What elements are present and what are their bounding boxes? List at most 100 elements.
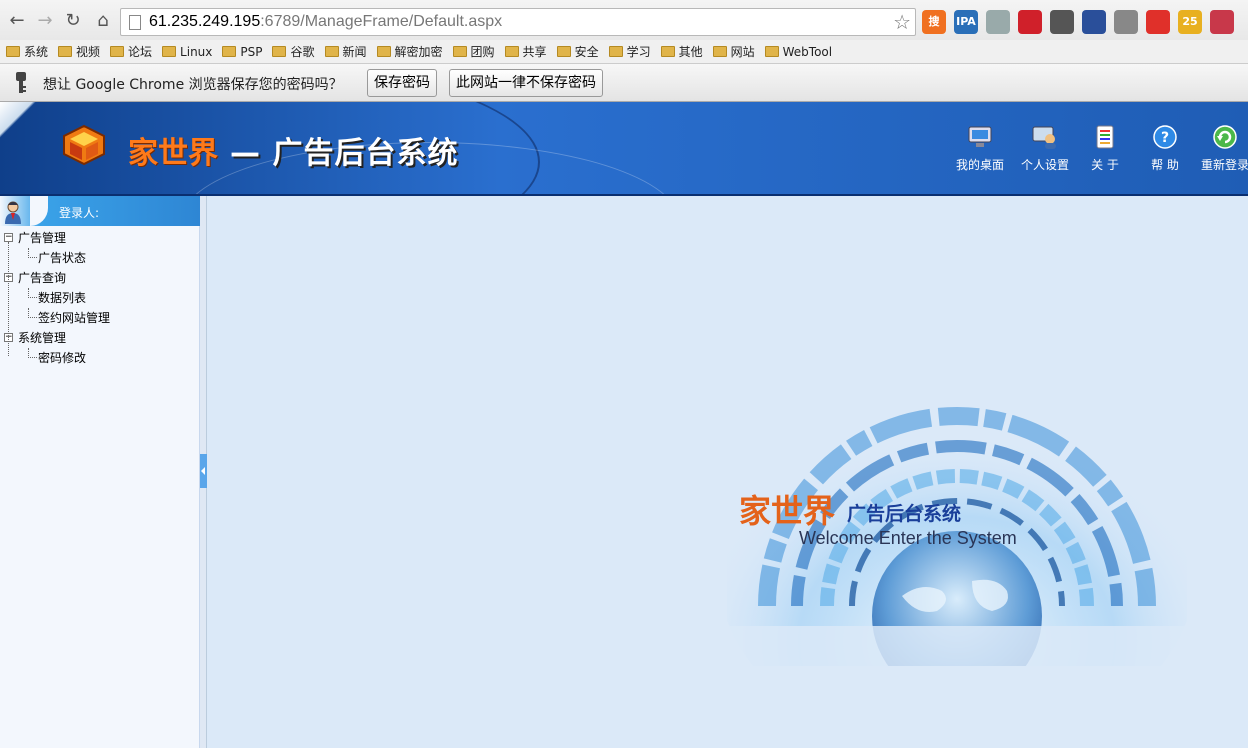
bookmark-label: 新闻 xyxy=(342,45,367,59)
nav-desktop[interactable]: 我的桌面 xyxy=(950,124,1010,173)
nav-desktop-label: 我的桌面 xyxy=(955,158,1004,172)
avatar xyxy=(5,201,21,224)
bookmark-label: PSP xyxy=(240,44,263,59)
nav-about[interactable]: 关 于 xyxy=(1075,124,1135,173)
folder-icon xyxy=(58,46,73,57)
tree-item-label: 签约网站管理 xyxy=(38,311,111,325)
tree-node-system-management[interactable]: − 系统管理 xyxy=(0,328,200,348)
bookmark-item[interactable]: 学习 xyxy=(608,43,651,60)
weather-icon[interactable]: 25 xyxy=(1178,10,1202,34)
tree-item-site-management[interactable]: 签约网站管理 xyxy=(0,308,200,328)
tree-group-system-management: − 系统管理 密码修改 xyxy=(0,328,200,368)
url-text[interactable]: 61.235.249.195:6789/ManageFrame/Default.… xyxy=(149,13,502,31)
tree-item-ad-status[interactable]: 广告状态 xyxy=(0,248,200,268)
adblock-icon[interactable] xyxy=(1018,10,1042,34)
folder-icon xyxy=(504,46,519,57)
url-host: 61.235.249.195 xyxy=(149,13,261,30)
cards-icon[interactable] xyxy=(1050,10,1074,34)
tree-item-label: 数据列表 xyxy=(38,291,87,305)
key-icon xyxy=(16,72,26,93)
share-ext-icon[interactable] xyxy=(1146,10,1170,34)
home-icon[interactable]: ⌂ xyxy=(92,10,114,32)
folder-icon xyxy=(376,46,391,57)
url-path: :6789/ManageFrame/Default.aspx xyxy=(260,13,503,30)
tree-group-ad-query: − 广告查询 数据列表 签约网站管理 xyxy=(0,268,200,328)
bookmark-label: 其他 xyxy=(678,45,703,59)
bookmark-item[interactable]: 网站 xyxy=(712,43,755,60)
relogin-icon xyxy=(1213,125,1237,149)
bookmark-label: WebTool xyxy=(782,44,833,59)
bookmark-item[interactable]: 团购 xyxy=(452,43,495,60)
login-bar-wedge xyxy=(30,196,48,226)
forward-icon[interactable]: → xyxy=(34,10,56,32)
back-icon[interactable]: ← xyxy=(6,10,28,32)
bookmark-label: 共享 xyxy=(522,45,547,59)
folder-icon xyxy=(764,46,779,57)
tree-connector xyxy=(8,242,9,356)
bookmark-item[interactable]: 安全 xyxy=(556,43,599,60)
page-curl-decoration xyxy=(0,102,36,138)
bookmark-item[interactable]: 谷歌 xyxy=(272,43,315,60)
collapse-sidebar-icon[interactable] xyxy=(200,454,207,488)
bookmark-item[interactable]: 视频 xyxy=(58,43,100,60)
help-icon: ? xyxy=(1153,125,1177,149)
document-icon xyxy=(1096,125,1114,149)
app-logo-icon xyxy=(63,124,105,166)
tree-node-label: 系统管理 xyxy=(18,331,67,345)
bookmark-item[interactable]: 论坛 xyxy=(110,43,152,60)
collapse-icon[interactable]: − xyxy=(4,233,13,242)
bookmark-item[interactable]: 系统 xyxy=(6,43,48,60)
save-password-button[interactable]: 保存密码 xyxy=(367,69,437,97)
tree-connector xyxy=(28,308,37,318)
tree-item-change-password[interactable]: 密码修改 xyxy=(0,348,200,368)
bookmark-item[interactable]: WebTool xyxy=(764,44,833,59)
weibo-icon[interactable] xyxy=(1210,10,1234,34)
tree-node-ad-management[interactable]: − 广告管理 xyxy=(0,228,200,248)
infobar-message: 想让 Google Chrome 浏览器保存您的密码吗？ xyxy=(43,77,343,93)
bookmark-item[interactable]: 共享 xyxy=(504,43,547,60)
app-header: 家世界 — 广告后台系统 我的桌面 个人设置 关 于 ? 帮 助 重新登录 xyxy=(0,102,1248,196)
tree-connector xyxy=(28,248,37,258)
password-infobar: 想让 Google Chrome 浏览器保存您的密码吗？ 保存密码 此网站一律不… xyxy=(0,64,1248,102)
tree-group-ad-management: − 广告管理 广告状态 xyxy=(0,228,200,268)
main-content: 家世界 广告后台系统 Welcome Enter the System xyxy=(207,196,1248,748)
tree-node-label: 广告管理 xyxy=(18,231,67,245)
nav-about-label: 关 于 xyxy=(1091,158,1119,172)
bookmark-item[interactable]: 解密加密 xyxy=(376,43,443,60)
nav-relogin-label: 重新登录 xyxy=(1200,158,1248,172)
bookmark-item[interactable]: PSP xyxy=(222,45,262,59)
bookmarks-bar: 系统 视频 论坛 Linux PSP 谷歌 新闻 解密加密 团购 共享 安全 学习 其他 网站 WebToo… xyxy=(0,40,1248,64)
extension-icons: 搜 IPA 25 xyxy=(922,10,1234,34)
page-icon xyxy=(129,15,141,30)
arrow-ext-icon[interactable] xyxy=(1082,10,1106,34)
tree-item-data-list[interactable]: 数据列表 xyxy=(0,288,200,308)
bookmark-item[interactable]: 新闻 xyxy=(324,43,367,60)
bookmark-label: 网站 xyxy=(730,45,755,59)
bookmark-star-icon[interactable]: ☆ xyxy=(893,10,911,34)
nav-help[interactable]: ? 帮 助 xyxy=(1135,124,1195,173)
folder-icon xyxy=(712,46,727,57)
globe-ext-icon[interactable] xyxy=(986,10,1010,34)
dict-icon[interactable]: 搜 xyxy=(922,10,946,34)
ipa-icon[interactable]: IPA xyxy=(954,10,978,34)
address-bar[interactable]: 61.235.249.195:6789/ManageFrame/Default.… xyxy=(120,8,916,36)
user-settings-icon xyxy=(1032,126,1056,149)
bookmark-label: 论坛 xyxy=(128,45,153,59)
nav-relogin[interactable]: 重新登录 xyxy=(1195,124,1248,173)
welcome-english: Welcome Enter the System xyxy=(799,528,1017,548)
bookmark-item[interactable]: Linux xyxy=(162,45,212,59)
tree-node-ad-query[interactable]: − 广告查询 xyxy=(0,268,200,288)
bookmark-item[interactable]: 其他 xyxy=(660,43,703,60)
welcome-subtitle: 广告后台系统 xyxy=(847,503,962,525)
sidebar-splitter[interactable] xyxy=(200,196,207,748)
never-save-password-button[interactable]: 此网站一律不保存密码 xyxy=(449,69,603,97)
folder-icon xyxy=(556,46,571,57)
gmail-icon[interactable] xyxy=(1114,10,1138,34)
nav-settings[interactable]: 个人设置 xyxy=(1015,124,1075,173)
svg-text:?: ? xyxy=(1161,130,1169,146)
bookmark-label: 视频 xyxy=(76,45,101,59)
welcome-brand: 家世界 xyxy=(739,492,836,530)
reload-icon[interactable]: ↻ xyxy=(62,10,84,32)
folder-icon xyxy=(660,46,675,57)
folder-icon xyxy=(452,46,467,57)
